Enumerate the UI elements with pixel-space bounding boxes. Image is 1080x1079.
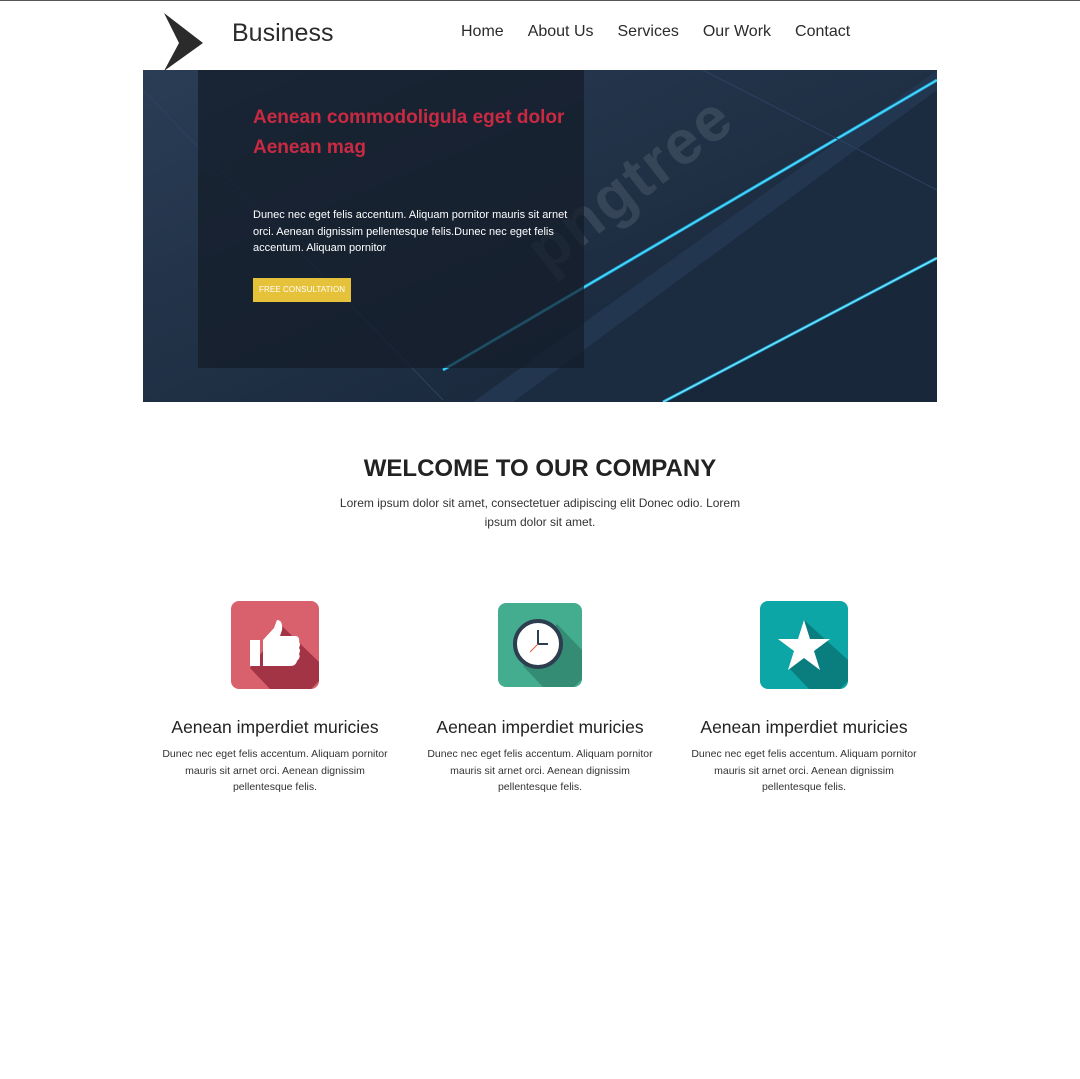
welcome-title: WELCOME TO OUR COMPANY	[363, 455, 717, 482]
star-icon	[760, 601, 848, 689]
nav-about-us[interactable]: About Us	[528, 23, 594, 41]
clock-icon	[498, 603, 582, 687]
hero-title: Aenean commodoligula eget dolor Aenean m…	[253, 107, 565, 158]
nav-our-work[interactable]: Our Work	[703, 23, 771, 41]
feature-title: Aenean imperdiet muricies	[436, 717, 644, 737]
thumbs-up-icon	[231, 601, 319, 689]
brand-name[interactable]: Business	[232, 19, 333, 48]
hero-banner: pngtree Aenean commodoligula eget dolor …	[143, 70, 937, 402]
feature-text: Dunec nec eget felis accentum. Aliquam p…	[691, 748, 917, 793]
nav-services[interactable]: Services	[618, 23, 679, 41]
free-consultation-button[interactable]: FREE CONSULTATION	[253, 278, 352, 302]
arrow-logo-icon[interactable]	[161, 13, 207, 71]
hero-description: Dunec nec eget felis accentum. Aliquam p…	[253, 209, 568, 254]
feature-text: Dunec nec eget felis accentum. Aliquam p…	[427, 748, 653, 793]
main-nav: Home About Us Services Our Work Contact	[461, 23, 850, 41]
feature-text: Dunec nec eget felis accentum. Aliquam p…	[162, 748, 388, 793]
nav-contact[interactable]: Contact	[795, 23, 850, 41]
feature-card-1: Aenean imperdiet muricies Dunec nec eget…	[151, 600, 399, 796]
feature-card-2: Aenean imperdiet muricies Dunec nec eget…	[416, 600, 664, 796]
feature-title: Aenean imperdiet muricies	[700, 717, 908, 737]
site-header: Business Home About Us Services Our Work…	[143, 1, 937, 71]
feature-title: Aenean imperdiet muricies	[171, 717, 379, 737]
nav-home[interactable]: Home	[461, 23, 504, 41]
welcome-subtitle: Lorem ipsum dolor sit amet, consectetuer…	[339, 496, 741, 529]
feature-card-3: Aenean imperdiet muricies Dunec nec eget…	[680, 600, 928, 796]
